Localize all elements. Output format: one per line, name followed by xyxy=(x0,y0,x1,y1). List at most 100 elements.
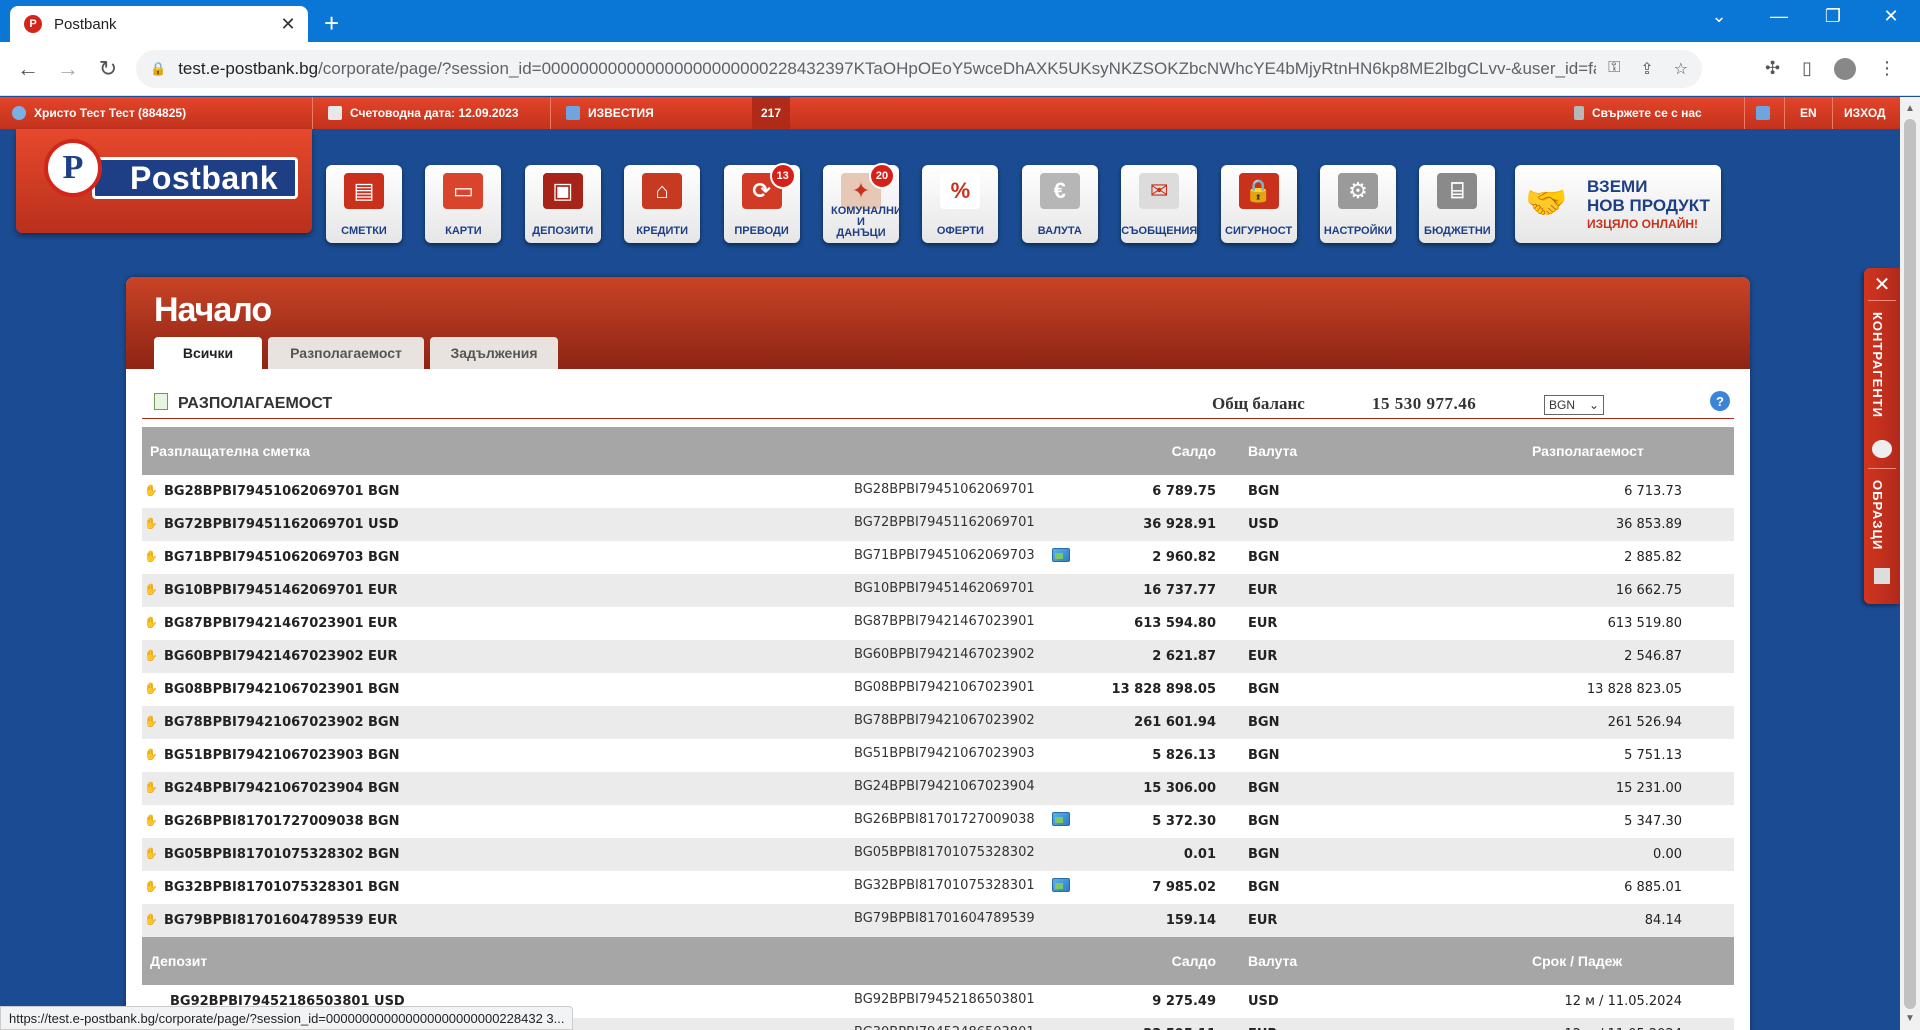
drag-hand-icon[interactable]: ✋ xyxy=(144,913,158,926)
account-row[interactable]: ✋ BG26BPBI81701727009038 BGN BG26BPBI81701… xyxy=(142,805,1734,838)
nav-transfers-button[interactable]: ⟳ ПРЕВОДИ 13 xyxy=(723,163,800,243)
side-panel-icon[interactable]: ▯ xyxy=(1802,58,1812,80)
balance-currency-select[interactable]: BGN ⌄ xyxy=(1544,395,1604,415)
nav-utilities-button[interactable]: ✦ КОМУНАЛНИ И ДАНЪЦИ 20 xyxy=(823,163,902,243)
tab-liabilities[interactable]: Задължения xyxy=(430,337,558,369)
news-link[interactable]: ИЗВЕСТИЯ xyxy=(566,97,654,129)
vertical-scrollbar[interactable]: ▲ ▼ xyxy=(1900,97,1920,1030)
nav-accounts-button[interactable]: ▤ СМЕТКИ xyxy=(326,165,402,243)
account-row[interactable]: ✋ BG51BPBI79421067023903 BGN BG51BPBI79421… xyxy=(142,739,1734,772)
account-row[interactable]: ✋ BG24BPBI79421067023904 BGN BG24BPBI79421… xyxy=(142,772,1734,805)
drag-hand-icon[interactable]: ✋ xyxy=(144,583,158,596)
nav-credits-button[interactable]: ⌂ КРЕДИТИ xyxy=(624,165,701,243)
scroll-down-icon[interactable]: ▼ xyxy=(1905,1013,1915,1024)
new-tab-icon[interactable]: + xyxy=(324,8,339,39)
user-info[interactable]: Христо Тест Тест (884825) xyxy=(12,97,186,129)
nav-currency-button[interactable]: € ВАЛУТА xyxy=(1021,165,1098,243)
account-row[interactable]: ✋ BG08BPBI79421067023901 BGN BG08BPBI79421… xyxy=(142,673,1734,706)
language-switch[interactable]: EN xyxy=(1800,97,1817,129)
account-name[interactable]: BG60BPBI79421467023902 EUR xyxy=(164,649,397,664)
drag-hand-icon[interactable]: ✋ xyxy=(144,814,158,827)
restore-icon[interactable]: ❐ xyxy=(1818,6,1848,27)
bookmark-star-icon[interactable]: ☆ xyxy=(1674,59,1688,79)
account-name[interactable]: BG51BPBI79421067023903 BGN xyxy=(164,748,399,763)
key-icon[interactable]: ⚿ xyxy=(1608,59,1620,79)
nav-settings-button[interactable]: ⚙ НАСТРОЙКИ xyxy=(1320,165,1396,243)
new-product-promo-button[interactable]: 🤝 ВЗЕМИ НОВ ПРОДУКТ ИЗЦЯЛО ОНЛАЙН! xyxy=(1515,165,1721,243)
account-row[interactable]: ✋ BG72BPBI79451162069701 USD BG72BPBI79451… xyxy=(142,508,1734,541)
account-name[interactable]: BG71BPBI79451062069703 BGN xyxy=(164,550,399,565)
close-window-icon[interactable]: ✕ xyxy=(1876,6,1906,27)
linked-card-icon[interactable] xyxy=(1052,812,1070,826)
templates-tab[interactable]: ОБРАЗЦИ xyxy=(1870,480,1885,550)
account-name[interactable]: BG05BPBI81701075328302 BGN xyxy=(164,847,399,862)
profile-avatar[interactable] xyxy=(1834,58,1856,80)
reload-icon[interactable]: ↻ xyxy=(94,56,122,82)
drag-hand-icon[interactable]: ✋ xyxy=(144,484,158,497)
scrollbar-thumb[interactable] xyxy=(1904,119,1916,1009)
nav-messages-button[interactable]: ✉ СЪОБЩЕНИЯ xyxy=(1121,165,1197,243)
address-bar[interactable]: 🔒 test.e-postbank.bg/corporate/page/?ses… xyxy=(136,50,1702,88)
account-name[interactable]: BG28BPBI79451062069701 BGN xyxy=(164,484,399,499)
drag-hand-icon[interactable]: ✋ xyxy=(144,550,158,563)
scroll-up-icon[interactable]: ▲ xyxy=(1905,103,1915,114)
contractors-tab[interactable]: КОНТРАГЕНТИ xyxy=(1870,312,1885,418)
drag-hand-icon[interactable]: ✋ xyxy=(144,517,158,530)
account-row[interactable]: ✋ BG05BPBI81701075328302 BGN BG05BPBI81701… xyxy=(142,838,1734,871)
account-row[interactable]: ✋ BG71BPBI79451062069703 BGN BG71BPBI79451… xyxy=(142,541,1734,574)
back-icon[interactable]: ← xyxy=(14,56,42,82)
tab-availability[interactable]: Разполагаемост xyxy=(268,337,424,369)
account-row[interactable]: ✋ BG78BPBI79421067023902 BGN BG78BPBI79421… xyxy=(142,706,1734,739)
drag-hand-icon[interactable]: ✋ xyxy=(144,748,158,761)
account-name[interactable]: BG08BPBI79421067023901 BGN xyxy=(164,682,399,697)
nav-security-button[interactable]: 🔒 СИГУРНОСТ xyxy=(1220,165,1297,243)
tab-all[interactable]: Всички xyxy=(154,337,262,369)
address-url[interactable]: test.e-postbank.bg/corporate/page/?sessi… xyxy=(178,59,1596,79)
share-icon[interactable]: ⇪ xyxy=(1640,59,1653,79)
help-icon[interactable]: ? xyxy=(1710,391,1730,411)
drag-hand-icon[interactable]: ✋ xyxy=(144,781,158,794)
account-name[interactable]: BG79BPBI81701604789539 EUR xyxy=(164,913,397,928)
drag-hand-icon[interactable]: ✋ xyxy=(144,616,158,629)
account-row[interactable]: ✋ BG79BPBI81701604789539 EUR BG79BPBI81701… xyxy=(142,904,1734,937)
lock-icon[interactable]: 🔒 xyxy=(150,61,166,77)
account-row[interactable]: ✋ BG32BPBI81701075328301 BGN BG32BPBI81701… xyxy=(142,871,1734,904)
tab-close-icon[interactable]: ✕ xyxy=(278,14,298,35)
account-row[interactable]: ✋ BG60BPBI79421467023902 EUR BG60BPBI79421… xyxy=(142,640,1734,673)
account-name[interactable]: BG87BPBI79421467023901 EUR xyxy=(164,616,397,631)
news-count-badge[interactable]: 217 xyxy=(752,97,790,129)
tab-search-icon[interactable]: ⌄ xyxy=(1704,6,1734,27)
postbank-logo[interactable]: Postbank P xyxy=(16,129,312,233)
calculator-button[interactable] xyxy=(1756,97,1770,129)
forward-icon[interactable]: → xyxy=(54,56,82,82)
drag-hand-icon[interactable]: ✋ xyxy=(144,715,158,728)
extensions-icon[interactable]: ✣ xyxy=(1765,58,1780,80)
nav-security-label: СИГУРНОСТ xyxy=(1225,225,1293,237)
drag-hand-icon[interactable]: ✋ xyxy=(144,649,158,662)
account-name[interactable]: BG32BPBI81701075328301 BGN xyxy=(164,880,399,895)
drag-hand-icon[interactable]: ✋ xyxy=(144,847,158,860)
drag-hand-icon[interactable]: ✋ xyxy=(144,682,158,695)
linked-card-icon[interactable] xyxy=(1052,548,1070,562)
nav-deposits-button[interactable]: ▣ ДЕПОЗИТИ xyxy=(524,165,601,243)
nav-cards-button[interactable]: ▭ КАРТИ xyxy=(425,165,502,243)
nav-offers-button[interactable]: % ОФЕРТИ xyxy=(922,165,999,243)
account-row[interactable]: ✋ BG10BPBI79451462069701 EUR BG10BPBI79451… xyxy=(142,574,1734,607)
linked-card-icon[interactable] xyxy=(1052,878,1070,892)
account-row[interactable]: ✋ BG28BPBI79451062069701 BGN BG28BPBI79451… xyxy=(142,475,1734,508)
account-name[interactable]: BG10BPBI79451462069701 EUR xyxy=(164,583,397,598)
drag-hand-icon[interactable]: ✋ xyxy=(144,880,158,893)
nav-budget-button[interactable]: ⌸ БЮДЖЕТНИ xyxy=(1419,165,1496,243)
browser-tab[interactable]: P Postbank ✕ xyxy=(10,6,308,42)
account-name[interactable]: BG26BPBI81701727009038 BGN xyxy=(164,814,399,829)
side-tabs-close-icon[interactable]: ✕ xyxy=(1864,272,1900,297)
total-balance-value: 15 530 977.46 xyxy=(1372,394,1477,413)
account-name[interactable]: BG72BPBI79451162069701 USD xyxy=(164,517,399,532)
logout-button[interactable]: ИЗХОД xyxy=(1844,97,1886,129)
account-name[interactable]: BG24BPBI79421067023904 BGN xyxy=(164,781,399,796)
menu-kebab-icon[interactable]: ⋮ xyxy=(1878,58,1896,80)
contact-link[interactable]: Свържете се с нас xyxy=(1574,97,1702,129)
account-name[interactable]: BG78BPBI79421067023902 BGN xyxy=(164,715,399,730)
minimize-icon[interactable]: — xyxy=(1764,6,1794,27)
account-row[interactable]: ✋ BG87BPBI79421467023901 EUR BG87BPBI79421… xyxy=(142,607,1734,640)
